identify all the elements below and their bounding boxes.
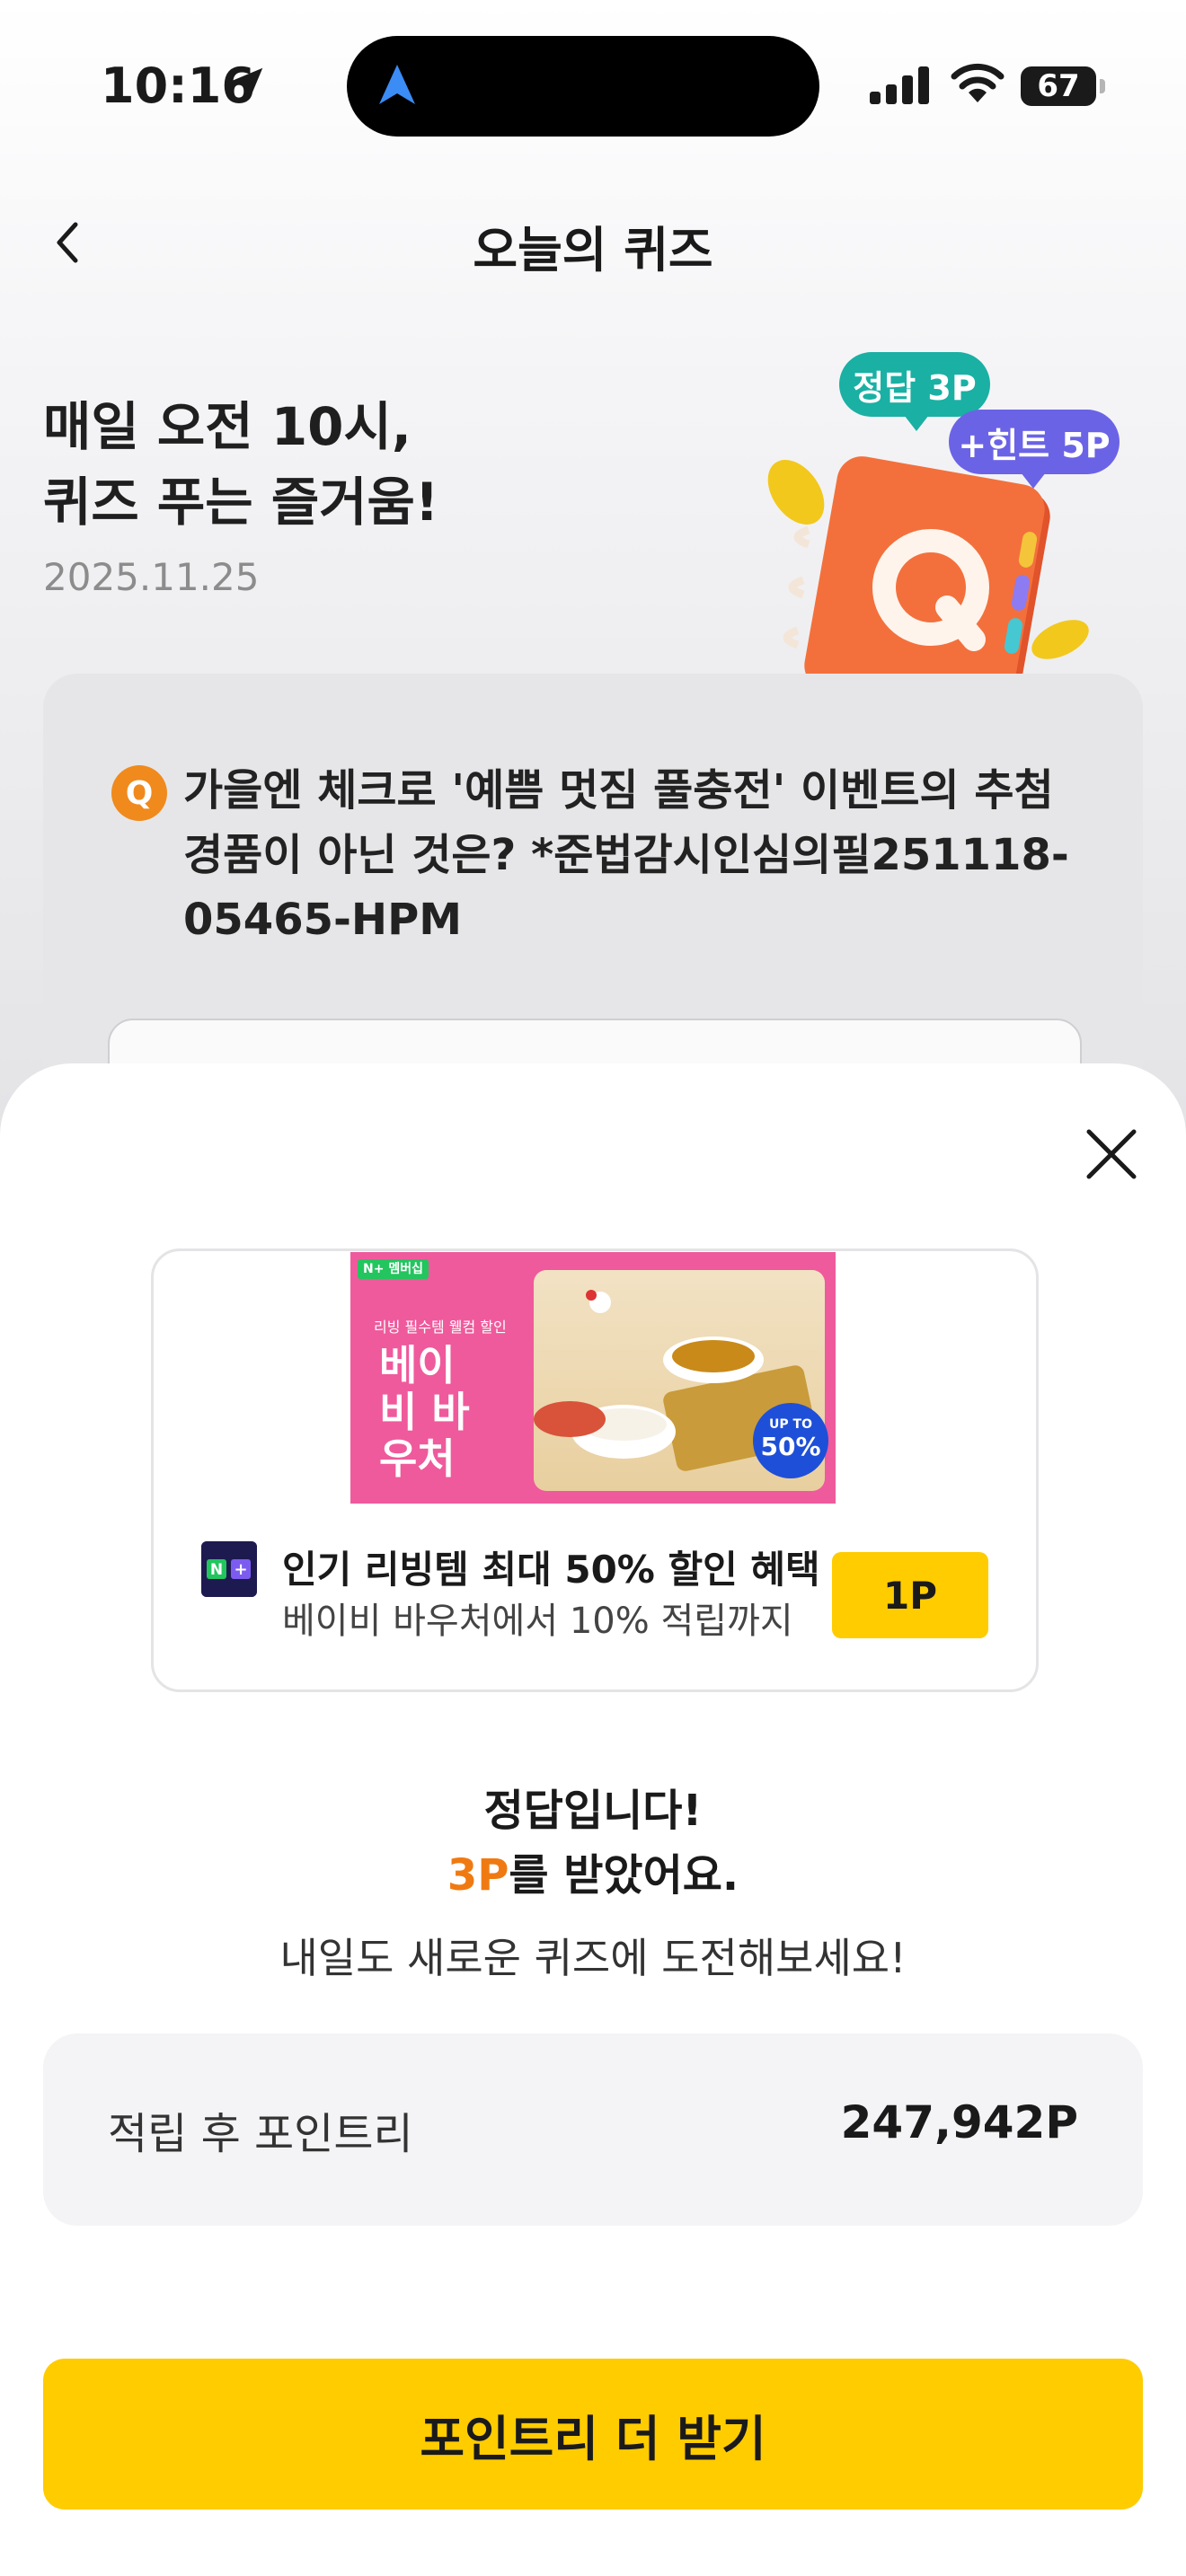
earned-points-suffix: 를 받았어요.	[509, 1850, 739, 1901]
dynamic-island	[347, 36, 819, 137]
location-arrow-icon	[231, 67, 263, 100]
cellular-signal-icon	[870, 66, 929, 104]
battery-indicator: 67	[1021, 66, 1096, 106]
ad-subtitle: 베이비 바우처에서 10% 적립까지	[282, 1601, 793, 1642]
discount-badge-value: 50%	[760, 1432, 821, 1461]
hint-reward-bubble: +힌트 5P	[949, 410, 1120, 474]
navigation-arrow-icon	[379, 65, 415, 104]
quiz-date: 2025.11.25	[43, 555, 260, 599]
points-label: 적립 후 포인트리	[108, 2109, 413, 2159]
nplus-logo-icon: N +	[201, 1541, 257, 1597]
earned-points: 3P	[447, 1850, 509, 1901]
ad-point-button[interactable]: 1P	[832, 1552, 988, 1638]
discount-badge: UP TO 50%	[753, 1403, 828, 1478]
hero-title-line1: 매일 오전 10시,	[43, 396, 412, 457]
wifi-icon	[951, 63, 1005, 102]
ad-banner-headline: 베이비 바우처	[379, 1341, 470, 1483]
points-value: 247,942P	[840, 2096, 1078, 2148]
page-title: 오늘의 퀴즈	[473, 222, 713, 278]
question-text: 가을엔 체크로 '예쁨 멋짐 풀충전' 이벤트의 추첨 경품이 아닌 것은? *…	[183, 765, 1069, 945]
ad-banner[interactable]: N+ 멤버십 리빙 필수템 웰컴 할인 베이비 바우처 UP TO 50%	[350, 1252, 836, 1504]
svg-text:N: N	[210, 1561, 223, 1579]
bubble-tail	[1021, 472, 1046, 489]
get-more-points-button[interactable]: 포인트리 더 받기	[43, 2359, 1143, 2510]
correct-reward-bubble: 정답 3P	[839, 352, 990, 417]
battery-tip	[1100, 79, 1105, 93]
result-title: 정답입니다!	[483, 1786, 703, 1836]
membership-tag: N+ 멤버십	[358, 1259, 429, 1279]
ad-banner-caption: 리빙 필수템 웰컴 할인	[374, 1319, 507, 1336]
hero-title-line2: 퀴즈 푸는 즐거움!	[43, 472, 439, 533]
question-badge: Q	[111, 765, 167, 821]
svg-text:+: +	[234, 1560, 247, 1579]
discount-badge-caption: UP TO	[769, 1417, 812, 1432]
result-subtitle: 내일도 새로운 퀴즈에 도전해보세요!	[279, 1934, 907, 1982]
close-icon[interactable]	[1084, 1126, 1139, 1182]
ad-title: 인기 리빙템 최대 50% 할인 혜택	[282, 1548, 820, 1592]
bubble-tail	[904, 415, 929, 431]
result-points-line: 3P를 받았어요.	[0, 1839, 1186, 1902]
